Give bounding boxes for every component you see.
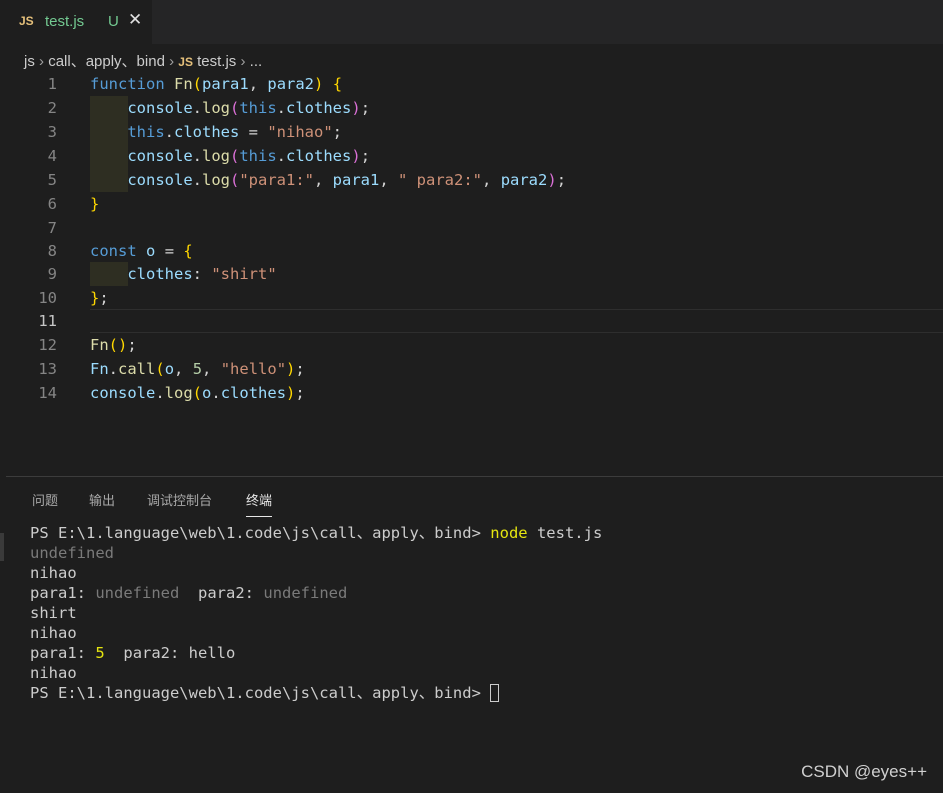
chevron-right-icon: › — [240, 53, 246, 70]
line-number: 11 — [38, 312, 57, 330]
terminal-text: para1: — [30, 644, 86, 662]
terminal-command: node — [490, 524, 528, 542]
line-number: 7 — [47, 219, 57, 237]
terminal-text: para1: — [30, 584, 86, 602]
code-line[interactable]: 12 Fn(); — [0, 333, 943, 357]
line-number: 4 — [47, 147, 57, 165]
chevron-right-icon: › — [169, 53, 175, 70]
code-text: this.clothes = "nihao"; — [127, 123, 342, 141]
terminal-command-marker — [0, 533, 4, 561]
line-number: 12 — [38, 336, 57, 354]
code-line-active[interactable]: 11 — [0, 309, 943, 333]
untracked-status-badge: U — [108, 13, 119, 30]
line-number: 10 — [38, 289, 57, 307]
code-line[interactable]: 13 Fn.call(o, 5, "hello"); — [0, 357, 943, 381]
breadcrumb-folder-call-apply-bind[interactable]: call、apply、bind — [48, 53, 165, 70]
code-line[interactable]: 5 console.log("para1:", para1, " para2:"… — [0, 168, 943, 192]
terminal-output[interactable]: PS E:\1.language\web\1.code\js\call、appl… — [30, 523, 602, 703]
line-number: 14 — [38, 384, 57, 402]
terminal-text: para2: — [198, 584, 255, 602]
breadcrumb-file[interactable]: test.js — [197, 53, 236, 70]
line-number: 2 — [47, 99, 57, 117]
line-number: 5 — [47, 171, 57, 189]
tab-terminal[interactable]: 终端 — [246, 490, 273, 517]
terminal-prompt: PS E:\1.language\web\1.code\js\call、appl… — [30, 684, 481, 702]
code-line[interactable]: 2 console.log(this.clothes); — [0, 96, 943, 120]
code-line[interactable]: 9 clothes: "shirt" — [0, 262, 943, 286]
code-line[interactable]: 7 — [0, 216, 943, 240]
code-text: console.log(this.clothes); — [127, 147, 371, 165]
line-number: 3 — [47, 123, 57, 141]
code-line[interactable]: 6} — [0, 192, 943, 216]
tab-filename: test.js — [45, 13, 85, 30]
javascript-file-icon: JS — [178, 55, 193, 69]
terminal-number: 5 — [95, 644, 105, 662]
code-text: console.log("para1:", para1, " para2:", … — [127, 171, 567, 189]
terminal-line: nihao — [30, 564, 77, 582]
code-text: console.log(o.clothes); — [90, 384, 305, 402]
code-editor[interactable]: 1 function Fn(para1, para2) { 2 console.l… — [0, 72, 943, 476]
tab-problems[interactable]: 问题 — [32, 490, 58, 509]
close-icon[interactable]: ✕ — [128, 10, 142, 30]
editor-tab-bar: JS test.js U ✕ — [0, 0, 943, 44]
tab-test-js[interactable]: JS test.js U ✕ — [0, 0, 152, 44]
chevron-right-icon: › — [39, 53, 45, 70]
line-number: 1 — [47, 75, 57, 93]
watermark: CSDN @eyes++ — [801, 762, 927, 781]
code-line[interactable]: 14 console.log(o.clothes); — [0, 381, 943, 405]
code-line[interactable]: 1 function Fn(para1, para2) { — [0, 72, 943, 96]
terminal-text: para2: hello — [123, 644, 236, 662]
code-text: clothes: "shirt" — [127, 265, 277, 283]
code-line[interactable]: 3 this.clothes = "nihao"; — [0, 120, 943, 144]
terminal-prompt: PS E:\1.language\web\1.code\js\call、appl… — [30, 524, 481, 542]
terminal-line: nihao — [30, 624, 77, 642]
terminal-line: shirt — [30, 604, 77, 622]
code-text: Fn.call(o, 5, "hello"); — [90, 360, 305, 378]
code-text: Fn(); — [90, 336, 137, 354]
code-line[interactable]: 8 const o = { — [0, 239, 943, 263]
code-line[interactable]: 10}; — [0, 286, 943, 310]
javascript-file-icon: JS — [19, 14, 34, 28]
code-text: }; — [90, 289, 109, 307]
panel-divider[interactable] — [6, 476, 943, 477]
code-text: } — [90, 195, 100, 213]
line-number: 6 — [47, 195, 57, 213]
code-text: const o = { — [90, 242, 193, 260]
breadcrumb-more[interactable]: ... — [250, 53, 263, 70]
terminal-line: nihao — [30, 664, 77, 682]
terminal-line: undefined — [30, 544, 114, 562]
code-line[interactable]: 4 console.log(this.clothes); — [0, 144, 943, 168]
terminal-command-arg: test.js — [536, 524, 603, 542]
terminal-text: undefined — [95, 584, 180, 602]
terminal-text: undefined — [263, 584, 348, 602]
line-number: 13 — [38, 360, 57, 378]
terminal-cursor[interactable] — [490, 684, 500, 702]
tab-debug-console[interactable]: 调试控制台 — [147, 490, 212, 509]
breadcrumb-folder-js[interactable]: js — [24, 53, 35, 70]
breadcrumb: js › call、apply、bind › JS test.js › ... — [24, 50, 262, 71]
code-text: console.log(this.clothes); — [127, 99, 371, 117]
line-number: 9 — [47, 265, 57, 283]
line-number: 8 — [47, 242, 57, 260]
tab-output[interactable]: 输出 — [89, 490, 115, 509]
code-text: function Fn(para1, para2) { — [90, 75, 343, 93]
